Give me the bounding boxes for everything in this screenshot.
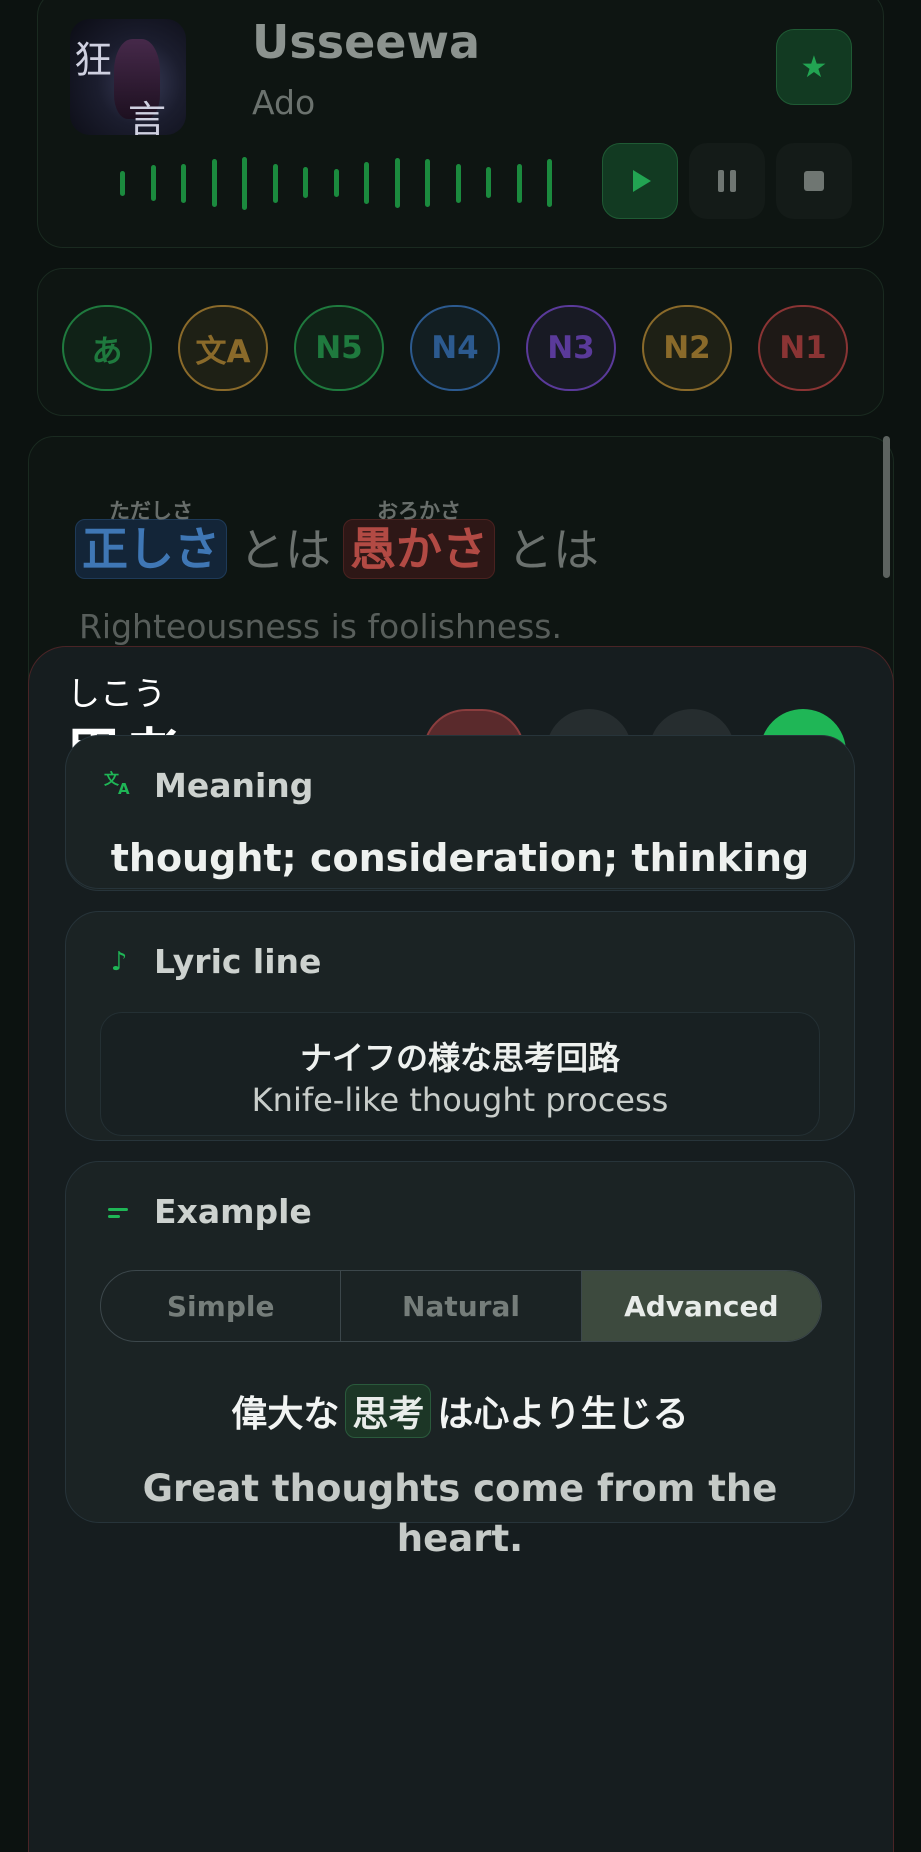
level-toggle-n3[interactable]: N3 [526, 305, 616, 391]
stop-icon [804, 171, 824, 191]
cover-glyph: 狂 [74, 38, 113, 82]
lyric-line-heading: Lyric line [154, 942, 322, 981]
lyric-line-box: ナイフの様な思考回路 Knife-like thought process [100, 1012, 820, 1136]
word-detail-sheet: しこう 思考 noun N1 ☆ あ 文 A Meaning thought; … [28, 646, 894, 1852]
waveform-bar [211, 159, 217, 207]
example-highlighted-word[interactable]: 思考 [345, 1384, 432, 1438]
translate-icon: 文 A [102, 768, 136, 803]
waveform-bar [272, 164, 278, 203]
level-toggle-n1[interactable]: N1 [758, 305, 848, 391]
favorite-song-button[interactable]: ★ [776, 29, 852, 105]
tab-advanced[interactable]: Advanced [581, 1271, 821, 1341]
play-button[interactable] [602, 143, 678, 219]
scrollbar-thumb[interactable] [883, 436, 890, 578]
level-toggle-n4[interactable]: N4 [410, 305, 500, 391]
song-artist: Ado [252, 83, 316, 122]
example-panel: Example Simple Natural Advanced 偉大な 思考 は… [65, 1161, 855, 1560]
level-toggle-n5[interactable]: N5 [294, 305, 384, 391]
svg-text:A: A [118, 780, 130, 796]
lyric-line-english: Knife-like thought process [251, 1081, 669, 1119]
waveform-bar [242, 157, 247, 210]
meaning-heading: Meaning [154, 766, 314, 805]
furigana: おろかさ [377, 499, 461, 523]
waveform-bar [364, 162, 369, 204]
lyric-word-token[interactable]: とは [507, 521, 599, 579]
waveform-bar [394, 158, 400, 208]
example-japanese: 偉大な 思考 は心より生じる [66, 1384, 854, 1438]
play-icon [633, 170, 651, 192]
waveform-bar [486, 167, 491, 198]
example-difficulty-tabs: Simple Natural Advanced [100, 1270, 822, 1342]
waveform-bar [455, 164, 461, 203]
pause-icon [718, 170, 736, 192]
lyric-word-token[interactable]: おろかさ 愚かさ [343, 499, 495, 579]
level-toggle-n2[interactable]: N2 [642, 305, 732, 391]
music-note-icon: ♪ [110, 946, 128, 977]
level-toggle-kana[interactable]: あ [62, 305, 152, 391]
waveform-bar [547, 159, 552, 207]
stop-button[interactable] [776, 143, 852, 219]
waveform-bar [516, 164, 522, 203]
waveform-bar [303, 167, 308, 198]
pause-button[interactable] [689, 143, 765, 219]
lyric-line-panel: ♪ Lyric line ナイフの様な思考回路 Knife-like thoug… [65, 911, 855, 1141]
meaning-text: thought; consideration; thinking [110, 836, 810, 880]
star-icon: ★ [800, 49, 828, 85]
waveform-bar [150, 165, 156, 201]
waveform-bar [120, 171, 125, 196]
song-title: Usseewa [252, 15, 481, 69]
player-card: 狂 言 Usseewa Ado ★ [37, 0, 884, 248]
waveform-bar [181, 164, 186, 203]
tab-simple[interactable]: Simple [101, 1271, 342, 1341]
lyric-translation: Righteousness is foolishness. [79, 607, 562, 646]
level-toggle-translate[interactable]: 文A [178, 305, 268, 391]
example-heading: Example [154, 1192, 312, 1231]
waveform-bar [333, 169, 339, 197]
lyric-line-japanese: ナイフの様な思考回路 [299, 1039, 620, 1077]
audio-waveform [120, 151, 590, 211]
lyric-word-token[interactable]: とは [239, 521, 331, 579]
furigana: ただしさ [109, 499, 193, 523]
short-text-icon [102, 1197, 136, 1227]
waveform-bar [425, 159, 430, 207]
word-reading: しこう [67, 674, 166, 713]
album-cover: 狂 言 [70, 19, 186, 135]
level-filter-bar: あ 文A N5 N4 N3 N2 N1 [37, 268, 884, 416]
tab-natural[interactable]: Natural [341, 1271, 582, 1341]
example-english: Great thoughts come from the heart. [142, 1467, 778, 1560]
meaning-panel: 文 A Meaning thought; consideration; thin… [65, 735, 855, 889]
lyric-japanese-line: ただしさ 正しさ とは おろかさ 愚かさ とは [75, 499, 611, 579]
cover-glyph: 言 [128, 98, 167, 135]
lyric-word-token[interactable]: ただしさ 正しさ [75, 499, 227, 579]
